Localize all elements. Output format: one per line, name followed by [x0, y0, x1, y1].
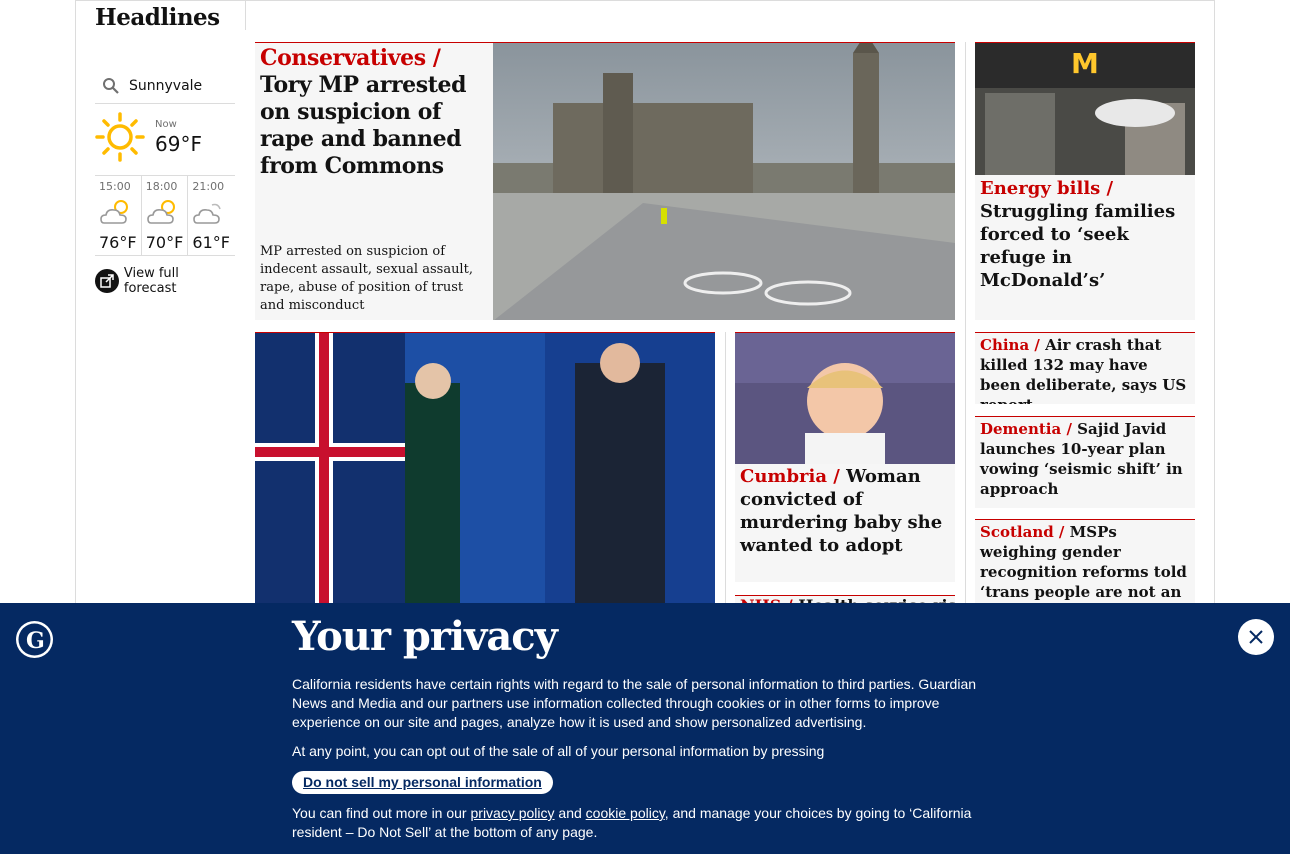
lead-story-card[interactable]: Conservatives / Tory MP arrested on susp…: [255, 42, 955, 320]
privacy-text: and: [554, 805, 586, 821]
column-divider: [725, 332, 726, 604]
external-link-icon: [95, 269, 119, 293]
section-title: Headlines: [95, 4, 220, 31]
forecast-hour: 15:00 76°F: [95, 176, 142, 255]
truss-sefcovic-photo: [255, 333, 715, 604]
lead-headline: Conservatives / Tory MP arrested on susp…: [260, 45, 485, 180]
cumbria-story-card[interactable]: Cumbria / Woman convicted of murdering b…: [735, 332, 955, 582]
forecast-time: 18:00: [145, 180, 178, 193]
forecast-hour: 21:00 61°F: [188, 176, 235, 255]
forecast-time: 15:00: [99, 180, 131, 193]
privacy-policy-link[interactable]: privacy policy: [471, 805, 555, 821]
mcdonalds-photo: M: [975, 43, 1195, 175]
energy-story-card[interactable]: M Energy bills / Struggling families for…: [975, 42, 1195, 320]
cumbria-kicker: Cumbria /: [740, 466, 840, 487]
title-divider: [245, 0, 246, 30]
forecast-temp: 70°F: [145, 233, 184, 252]
privacy-title: Your privacy: [292, 613, 558, 660]
privacy-text: You can find out more in our: [292, 805, 471, 821]
weather-now-temp: 69°F: [155, 132, 202, 156]
weather-now: Now 69°F: [95, 104, 235, 176]
guardian-logo-icon: G: [16, 621, 53, 658]
scotland-kicker: Scotland /: [980, 523, 1065, 541]
forecast-hour: 18:00 70°F: [142, 176, 189, 255]
partly-sunny-icon: [146, 197, 188, 227]
westminster-photo: [493, 43, 955, 320]
cloud-moon-icon: [192, 197, 235, 227]
close-icon[interactable]: [1238, 619, 1274, 655]
forecast-temp: 76°F: [99, 233, 137, 252]
dementia-story-card[interactable]: Dementia / Sajid Javid launches 10-year …: [975, 416, 1195, 508]
weather-location: Sunnyvale: [129, 77, 203, 94]
cookie-policy-link[interactable]: cookie policy: [586, 805, 665, 821]
forecast-temp: 61°F: [192, 233, 230, 252]
china-story-card[interactable]: China / Air crash that killed 132 may ha…: [975, 332, 1195, 404]
forecast-link-label: View full forecast: [123, 266, 179, 296]
truss-story-card[interactable]: [255, 332, 715, 604]
privacy-paragraph-2: At any point, you can opt out of the sal…: [292, 743, 825, 759]
svg-text:M: M: [1071, 47, 1099, 80]
scotland-story-card[interactable]: Scotland / MSPs weighing gender recognit…: [975, 519, 1195, 609]
energy-headline-text: Struggling families forced to ‘seek refu…: [980, 201, 1176, 291]
privacy-banner: G Your privacy California residents have…: [0, 603, 1290, 854]
lead-kicker: Conservatives /: [260, 45, 441, 71]
lead-headline-text: Tory MP arrested on suspicion of rape an…: [260, 72, 467, 179]
top-rule: [75, 0, 1215, 1]
do-not-sell-button[interactable]: Do not sell my personal information: [292, 771, 553, 794]
weather-widget: Sunnyvale Now 69°F 15:00 76°F 18:00 70°F…: [95, 68, 235, 296]
energy-kicker: Energy bills /: [980, 178, 1114, 199]
privacy-body: California residents have certain rights…: [292, 675, 997, 842]
search-icon: [101, 76, 121, 96]
privacy-paragraph-3: You can find out more in our privacy pol…: [292, 804, 997, 842]
cumbria-headline: Cumbria / Woman convicted of murdering b…: [740, 465, 952, 557]
china-kicker: China /: [980, 336, 1040, 354]
lead-standfirst: MP arrested on suspicion of indecent ass…: [260, 244, 473, 313]
partly-sunny-icon: [99, 197, 141, 227]
scotland-headline: Scotland / MSPs weighing gender recognit…: [980, 522, 1190, 609]
china-headline: China / Air crash that killed 132 may ha…: [980, 335, 1190, 404]
sun-icon: [95, 112, 147, 168]
view-full-forecast-link[interactable]: View full forecast: [95, 266, 235, 296]
dementia-headline: Dementia / Sajid Javid launches 10-year …: [980, 419, 1190, 499]
svg-text:G: G: [26, 628, 45, 654]
weather-location-field[interactable]: Sunnyvale: [95, 68, 235, 104]
baby-photo: [735, 333, 955, 464]
privacy-paragraph-1: California residents have certain rights…: [292, 676, 977, 730]
forecast-time: 21:00: [192, 180, 225, 193]
energy-headline: Energy bills / Struggling families force…: [980, 177, 1190, 292]
weather-now-label: Now: [155, 119, 177, 130]
weather-forecast: 15:00 76°F 18:00 70°F 21:00 61°F: [95, 176, 235, 256]
column-divider: [965, 42, 966, 604]
dementia-kicker: Dementia /: [980, 420, 1072, 438]
